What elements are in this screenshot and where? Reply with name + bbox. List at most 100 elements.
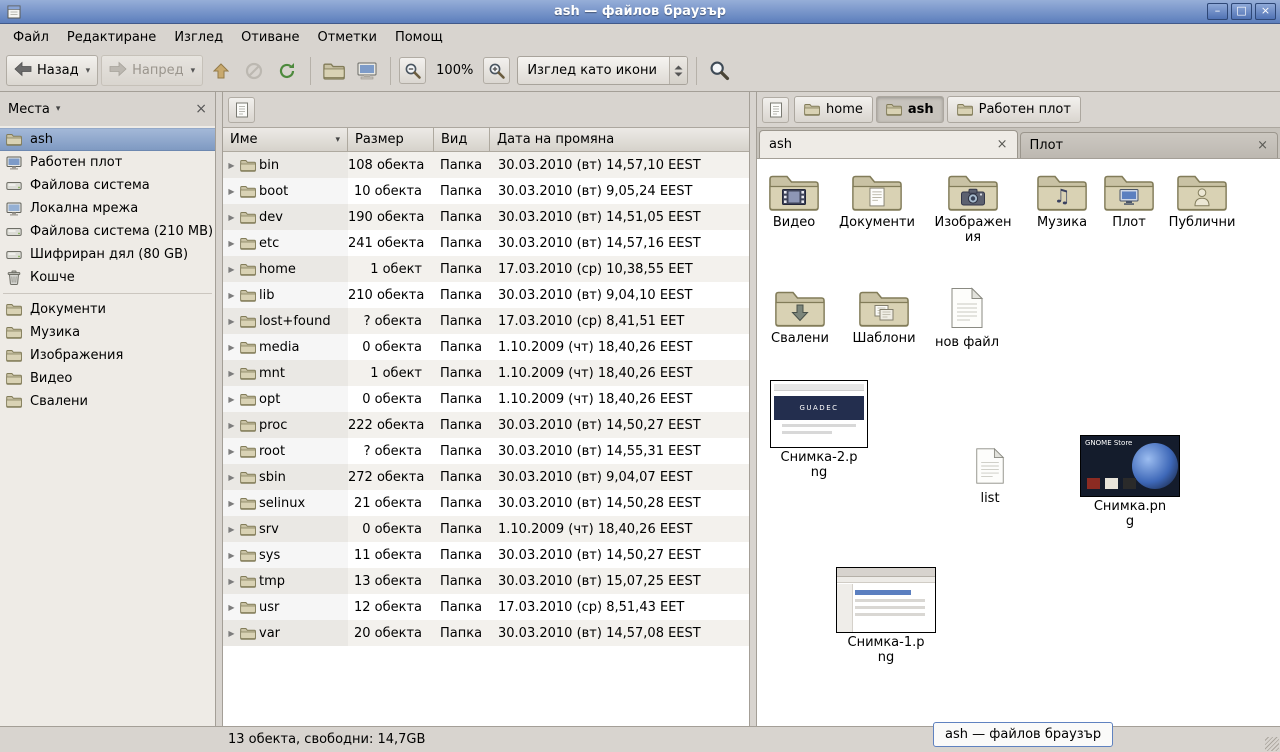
sidebar-item-5[interactable]: Шифриран дял (80 GB) bbox=[0, 243, 215, 266]
titlebar[interactable]: ash — файлов браузър – □ × bbox=[0, 0, 1280, 24]
expander-icon[interactable]: ▶ bbox=[226, 291, 237, 300]
expander-icon[interactable]: ▶ bbox=[226, 421, 237, 430]
expander-icon[interactable]: ▶ bbox=[226, 447, 237, 456]
sidebar-item-2[interactable]: Файлова система bbox=[0, 174, 215, 197]
file-icon-12[interactable]: Снимка-1.png bbox=[830, 567, 942, 665]
sidebar-item-4[interactable]: Файлова система (210 MB) bbox=[0, 220, 215, 243]
expander-icon[interactable]: ▶ bbox=[226, 499, 237, 508]
sidebar-item-9[interactable]: Изображения bbox=[0, 344, 215, 367]
sidebar-close-icon[interactable]: × bbox=[195, 102, 207, 116]
file-icon-6[interactable]: Свалени bbox=[759, 287, 841, 347]
sidebar-item-10[interactable]: Видео bbox=[0, 367, 215, 390]
column-header-1[interactable]: Размер bbox=[348, 128, 434, 152]
location-toggle-button[interactable] bbox=[762, 97, 789, 123]
sidebar-item-0[interactable]: ash bbox=[0, 128, 215, 151]
sidebar-item-11[interactable]: Свалени bbox=[0, 390, 215, 413]
column-header-2[interactable]: Вид bbox=[434, 128, 490, 152]
file-icon-4[interactable]: Плот bbox=[1088, 171, 1170, 231]
sidebar-item-3[interactable]: Локална мрежа bbox=[0, 197, 215, 220]
expander-icon[interactable]: ▶ bbox=[226, 265, 237, 274]
icon-canvas[interactable]: ВидеоДокументиИзображения♫МузикаПлотПубл… bbox=[757, 159, 1280, 726]
sidebar-dropdown-icon[interactable]: ▾ bbox=[56, 104, 61, 114]
file-row[interactable]: ▶sbin 272 обекта Папка 30.03.2010 (вт) 9… bbox=[223, 464, 749, 490]
expander-icon[interactable]: ▶ bbox=[226, 213, 237, 222]
menu-item-0[interactable]: Файл bbox=[4, 27, 58, 48]
file-icon-5[interactable]: Публични bbox=[1161, 171, 1243, 231]
maximize-icon[interactable]: □ bbox=[1231, 3, 1252, 20]
location-toggle-button[interactable] bbox=[228, 97, 255, 123]
file-row[interactable]: ▶mnt 1 обект Папка 1.10.2009 (чт) 18,40,… bbox=[223, 360, 749, 386]
file-row[interactable]: ▶selinux 21 обекта Папка 30.03.2010 (вт)… bbox=[223, 490, 749, 516]
menu-item-4[interactable]: Отметки bbox=[308, 27, 385, 48]
file-row[interactable]: ▶lib 210 обекта Папка 30.03.2010 (вт) 9,… bbox=[223, 282, 749, 308]
file-icon-0[interactable]: Видео bbox=[757, 171, 835, 231]
file-icon-9[interactable]: GUADECСнимка-2.png bbox=[763, 380, 875, 480]
menu-item-1[interactable]: Редактиране bbox=[58, 27, 165, 48]
forward-dropdown-icon[interactable]: ▾ bbox=[191, 66, 196, 76]
expander-icon[interactable]: ▶ bbox=[226, 369, 237, 378]
file-row[interactable]: ▶srv 0 обекта Папка 1.10.2009 (чт) 18,40… bbox=[223, 516, 749, 542]
back-button[interactable]: Назад ▾ bbox=[6, 55, 98, 86]
minimize-icon[interactable]: – bbox=[1207, 3, 1228, 20]
file-row[interactable]: ▶bin 108 обекта Папка 30.03.2010 (вт) 14… bbox=[223, 152, 749, 178]
expander-icon[interactable]: ▶ bbox=[226, 603, 237, 612]
expander-icon[interactable]: ▶ bbox=[226, 317, 237, 326]
forward-button[interactable]: Напред ▾ bbox=[101, 55, 203, 86]
menu-item-2[interactable]: Изглед bbox=[165, 27, 232, 48]
sidebar-item-8[interactable]: Музика bbox=[0, 321, 215, 344]
expander-icon[interactable]: ▶ bbox=[226, 629, 237, 638]
tab-0[interactable]: ash × bbox=[759, 130, 1018, 158]
expander-icon[interactable]: ▶ bbox=[226, 473, 237, 482]
breadcrumb-2[interactable]: Работен плот bbox=[947, 96, 1081, 123]
combo-spin-icon[interactable] bbox=[669, 57, 687, 84]
tab-close-icon[interactable]: × bbox=[1249, 139, 1268, 152]
file-icon-1[interactable]: Документи bbox=[836, 171, 918, 231]
file-icon-8[interactable]: нов файл bbox=[926, 287, 1008, 351]
expander-icon[interactable]: ▶ bbox=[226, 343, 237, 352]
file-row[interactable]: ▶usr 12 обекта Папка 17.03.2010 (ср) 8,5… bbox=[223, 594, 749, 620]
tab-close-icon[interactable]: × bbox=[989, 138, 1008, 151]
file-row[interactable]: ▶dev 190 обекта Папка 30.03.2010 (вт) 14… bbox=[223, 204, 749, 230]
sidebar-item-6[interactable]: Кошче bbox=[0, 266, 215, 289]
file-icon-2[interactable]: Изображения bbox=[932, 171, 1014, 245]
menu-item-5[interactable]: Помощ bbox=[386, 27, 452, 48]
file-row[interactable]: ▶home 1 обект Папка 17.03.2010 (ср) 10,3… bbox=[223, 256, 749, 282]
file-row[interactable]: ▶etc 241 обекта Папка 30.03.2010 (вт) 14… bbox=[223, 230, 749, 256]
expander-icon[interactable]: ▶ bbox=[226, 551, 237, 560]
back-dropdown-icon[interactable]: ▾ bbox=[86, 66, 91, 76]
up-button[interactable] bbox=[206, 55, 236, 86]
file-row[interactable]: ▶var 20 обекта Папка 30.03.2010 (вт) 14,… bbox=[223, 620, 749, 646]
menu-item-3[interactable]: Отиване bbox=[232, 27, 308, 48]
zoom-in-button[interactable] bbox=[483, 57, 510, 84]
search-button[interactable] bbox=[705, 55, 735, 86]
file-row[interactable]: ▶opt 0 обекта Папка 1.10.2009 (чт) 18,40… bbox=[223, 386, 749, 412]
breadcrumb-1[interactable]: ash bbox=[876, 96, 944, 123]
expander-icon[interactable]: ▶ bbox=[226, 187, 237, 196]
file-row[interactable]: ▶lost+found ? обекта Папка 17.03.2010 (с… bbox=[223, 308, 749, 334]
sidebar-item-7[interactable]: Документи bbox=[0, 298, 215, 321]
file-icon-7[interactable]: Шаблони bbox=[843, 287, 925, 347]
file-icon-10[interactable]: list bbox=[949, 447, 1031, 507]
stop-button[interactable] bbox=[239, 55, 269, 86]
expander-icon[interactable]: ▶ bbox=[226, 395, 237, 404]
file-icon-11[interactable]: GNOME StoreСнимка.png bbox=[1074, 435, 1186, 529]
close-icon[interactable]: × bbox=[1255, 3, 1276, 20]
file-list[interactable]: ▶bin 108 обекта Папка 30.03.2010 (вт) 14… bbox=[223, 152, 749, 726]
file-row[interactable]: ▶proc 222 обекта Папка 30.03.2010 (вт) 1… bbox=[223, 412, 749, 438]
sidebar-title[interactable]: Места bbox=[8, 102, 50, 117]
computer-button[interactable] bbox=[352, 55, 382, 86]
file-row[interactable]: ▶media 0 обекта Папка 1.10.2009 (чт) 18,… bbox=[223, 334, 749, 360]
column-header-3[interactable]: Дата на промяна bbox=[490, 128, 749, 152]
sidebar-item-1[interactable]: Работен плот bbox=[0, 151, 215, 174]
file-row[interactable]: ▶sys 11 обекта Папка 30.03.2010 (вт) 14,… bbox=[223, 542, 749, 568]
reload-button[interactable] bbox=[272, 55, 302, 86]
expander-icon[interactable]: ▶ bbox=[226, 161, 237, 170]
tab-1[interactable]: Плот × bbox=[1020, 132, 1279, 158]
expander-icon[interactable]: ▶ bbox=[226, 525, 237, 534]
breadcrumb-0[interactable]: home bbox=[794, 96, 873, 123]
expander-icon[interactable]: ▶ bbox=[226, 577, 237, 586]
file-row[interactable]: ▶tmp 13 обекта Папка 30.03.2010 (вт) 15,… bbox=[223, 568, 749, 594]
expander-icon[interactable]: ▶ bbox=[226, 239, 237, 248]
column-header-0[interactable]: Име▾ bbox=[223, 128, 348, 152]
resize-grip-icon[interactable] bbox=[1265, 737, 1279, 751]
